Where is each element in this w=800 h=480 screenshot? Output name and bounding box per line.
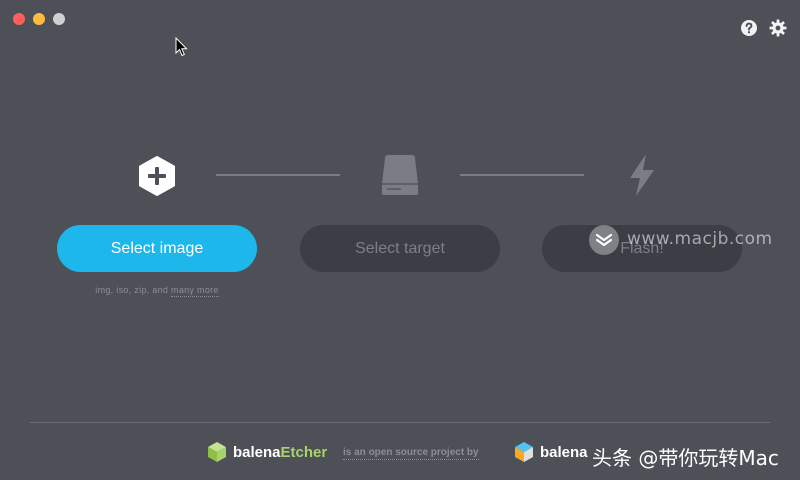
lightning-icon [627, 153, 657, 201]
drive-icon [381, 154, 419, 200]
etcher-brand[interactable]: balenaEtcher [233, 444, 327, 461]
select-target-label: Select target [355, 239, 445, 257]
mouse-cursor-icon [175, 36, 189, 57]
window-minimize-button[interactable] [33, 13, 45, 25]
brand-suffix: Etcher [280, 444, 328, 461]
step-connector [216, 174, 340, 176]
formats-text: img, iso, zip, and [95, 285, 169, 295]
balena-cube-logo-icon [513, 441, 535, 463]
select-target-button[interactable]: Select target [300, 225, 500, 272]
gear-icon[interactable] [769, 19, 787, 37]
etcher-cube-logo-icon [206, 441, 228, 463]
plus-hexagon-icon [137, 155, 177, 201]
help-icon[interactable] [740, 19, 758, 37]
watermark-logo-icon [589, 225, 619, 255]
window-close-button[interactable] [13, 13, 25, 25]
footer-divider [30, 422, 770, 423]
footer-tagline: is an open source project by [343, 447, 479, 460]
supported-formats: img, iso, zip, and many more [57, 285, 257, 297]
step-connector [460, 174, 584, 176]
brand-prefix: balena [233, 444, 281, 461]
select-image-button[interactable]: Select image [57, 225, 257, 272]
many-more-link[interactable]: many more [171, 285, 219, 297]
balena-company-link[interactable]: balena [540, 444, 588, 461]
watermark-cn-text: 头条 @带你玩转Mac [592, 446, 779, 470]
window-maximize-button[interactable] [53, 13, 65, 25]
select-image-label: Select image [110, 239, 204, 257]
watermark-site-text: www.macjb.com [627, 229, 773, 249]
